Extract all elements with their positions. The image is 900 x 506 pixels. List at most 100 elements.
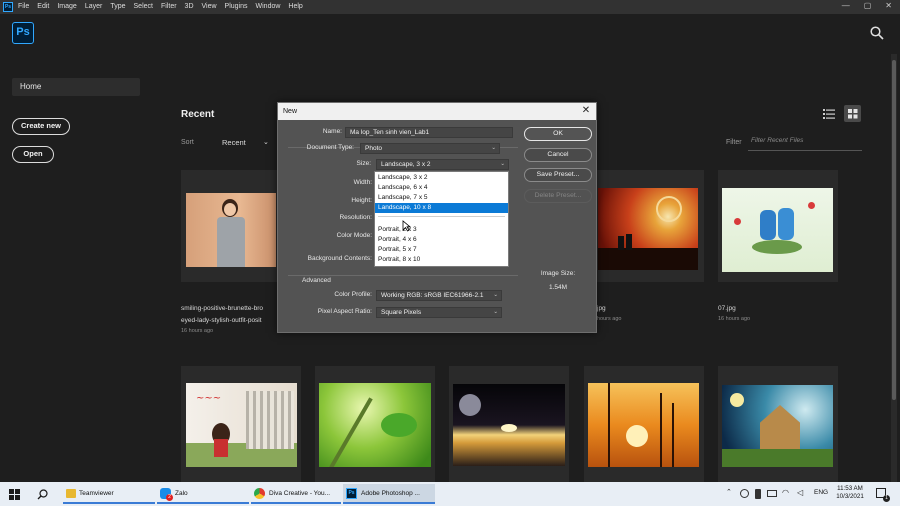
taskbar-label: Diva Creative - You... bbox=[269, 490, 331, 497]
search-icon[interactable] bbox=[37, 489, 48, 500]
size-option[interactable]: Portrait, 4 x 6 bbox=[375, 235, 508, 245]
notification-badge: 2 bbox=[166, 494, 173, 501]
file-thumbnail bbox=[453, 384, 565, 466]
pixel-aspect-label: Pixel Aspect Ratio: bbox=[317, 308, 372, 315]
language-indicator[interactable]: ENG bbox=[814, 489, 828, 496]
image-size-value: 1.54M bbox=[548, 284, 568, 291]
recent-file-card[interactable] bbox=[449, 366, 569, 482]
notification-count: 1 bbox=[883, 495, 890, 502]
size-label: Size: bbox=[356, 160, 371, 167]
chevron-down-icon[interactable]: ⌄ bbox=[263, 138, 269, 146]
sidebar-item-home[interactable]: Home bbox=[12, 78, 140, 96]
menu-window[interactable]: Window bbox=[256, 3, 281, 10]
advanced-toggle[interactable]: Advanced bbox=[302, 277, 331, 284]
tray-app-icon[interactable] bbox=[740, 489, 749, 498]
image-size-label: Image Size: bbox=[540, 270, 576, 277]
size-option[interactable]: Portrait, 8 x 10 bbox=[375, 255, 508, 265]
wifi-icon[interactable]: ◠ bbox=[782, 488, 789, 497]
list-view-icon[interactable] bbox=[821, 106, 837, 122]
sort-dropdown[interactable]: Recent bbox=[222, 138, 246, 147]
active-underline bbox=[63, 502, 155, 504]
menu-select[interactable]: Select bbox=[134, 3, 153, 10]
taskbar-item-zalo[interactable]: 2 Zalo bbox=[157, 484, 249, 504]
name-field[interactable]: Ma lop_Ten sinh vien_Lab1 bbox=[345, 127, 513, 138]
pixel-aspect-value: Square Pixels bbox=[381, 309, 422, 316]
menu-layer[interactable]: Layer bbox=[85, 3, 103, 10]
minimize-icon[interactable]: — bbox=[842, 1, 850, 10]
size-option[interactable]: Portrait, 5 x 7 bbox=[375, 245, 508, 255]
photoshop-small-icon: Ps bbox=[3, 2, 13, 12]
size-option[interactable]: Landscape, 3 x 2 bbox=[375, 173, 508, 183]
close-icon[interactable]: ✕ bbox=[580, 105, 592, 117]
close-window-icon[interactable]: ✕ bbox=[885, 1, 892, 10]
size-option-selected[interactable]: Landscape, 10 x 8 bbox=[375, 203, 508, 213]
menu-help[interactable]: Help bbox=[288, 3, 302, 10]
photoshop-icon: Ps bbox=[346, 488, 357, 499]
document-type-select[interactable]: Photo ⌄ bbox=[360, 143, 500, 154]
menu-bar: Ps File Edit Image Layer Type Select Fil… bbox=[0, 0, 900, 14]
recent-file-card[interactable] bbox=[718, 170, 838, 282]
usb-icon[interactable] bbox=[755, 489, 761, 499]
menu-image[interactable]: Image bbox=[57, 3, 76, 10]
search-icon[interactable] bbox=[870, 26, 884, 40]
save-preset-button[interactable]: Save Preset... bbox=[524, 168, 592, 182]
chevron-down-icon: ⌄ bbox=[491, 145, 496, 151]
photoshop-logo: Ps bbox=[12, 22, 34, 44]
maximize-icon[interactable]: ▢ bbox=[864, 1, 872, 10]
document-type-label: Document Type: bbox=[306, 144, 354, 151]
battery-icon[interactable] bbox=[767, 490, 777, 497]
create-new-button[interactable]: Create new bbox=[12, 118, 70, 135]
menu-plugins[interactable]: Plugins bbox=[225, 3, 248, 10]
active-underline bbox=[157, 502, 249, 504]
size-select[interactable]: Landscape, 3 x 2 ⌄ bbox=[376, 159, 509, 170]
clock-time: 11:53 AM bbox=[837, 485, 863, 492]
open-button[interactable]: Open bbox=[12, 146, 54, 163]
grid-view-icon[interactable] bbox=[844, 105, 861, 122]
menu-edit[interactable]: Edit bbox=[37, 3, 49, 10]
size-option[interactable]: Landscape, 7 x 5 bbox=[375, 193, 508, 203]
size-option[interactable]: Portrait, 2 x 3 bbox=[375, 225, 508, 235]
recent-file-card[interactable] bbox=[584, 170, 704, 282]
color-profile-value: Working RGB: sRGB IEC61966-2.1 bbox=[381, 292, 484, 299]
delete-preset-button: Delete Preset... bbox=[524, 189, 592, 203]
recent-file-card[interactable]: ~~~ bbox=[181, 366, 301, 482]
taskbar-item-teamviewer[interactable]: Teamviewer bbox=[63, 484, 155, 504]
tray-overflow-icon[interactable]: ⌃ bbox=[726, 488, 732, 496]
taskbar-item-photoshop[interactable]: Ps Adobe Photoshop ... bbox=[343, 484, 435, 504]
size-dropdown-list: Landscape, 3 x 2 Landscape, 6 x 4 Landsc… bbox=[374, 171, 509, 267]
clock[interactable]: 11:53 AM 10/3/2021 bbox=[832, 485, 868, 501]
menu-type[interactable]: Type bbox=[110, 3, 125, 10]
chevron-down-icon: ⌄ bbox=[500, 161, 505, 167]
menu-file[interactable]: File bbox=[18, 3, 29, 10]
name-label: Name: bbox=[322, 128, 342, 135]
resolution-label: Resolution: bbox=[339, 214, 372, 221]
recent-file-card[interactable] bbox=[718, 366, 838, 482]
file-thumbnail bbox=[598, 188, 698, 270]
cancel-button[interactable]: Cancel bbox=[524, 148, 592, 162]
pixel-aspect-select[interactable]: Square Pixels ⌄ bbox=[376, 307, 502, 318]
color-mode-label: Color Mode: bbox=[336, 232, 372, 239]
taskbar-item-chrome[interactable]: Diva Creative - You... bbox=[251, 484, 341, 504]
taskbar-label: Teamviewer bbox=[79, 490, 114, 497]
file-thumbnail: ~~~ bbox=[186, 383, 297, 467]
chevron-down-icon: ⌄ bbox=[493, 292, 498, 298]
size-option[interactable]: Landscape, 6 x 4 bbox=[375, 183, 508, 193]
scrollbar[interactable] bbox=[891, 54, 897, 482]
recent-file-card[interactable] bbox=[315, 366, 435, 482]
width-label: Width: bbox=[353, 179, 372, 186]
clock-date: 10/3/2021 bbox=[836, 493, 864, 500]
advanced-divider bbox=[288, 275, 518, 276]
menu-3d[interactable]: 3D bbox=[185, 3, 194, 10]
windows-taskbar: Teamviewer 2 Zalo Diva Creative - You...… bbox=[0, 482, 900, 506]
file-time: 16 hours ago bbox=[181, 328, 214, 334]
windows-start-icon[interactable] bbox=[9, 489, 20, 500]
size-value: Landscape, 3 x 2 bbox=[381, 161, 431, 168]
menu-filter[interactable]: Filter bbox=[161, 3, 177, 10]
volume-icon[interactable]: ◁ bbox=[797, 488, 803, 497]
color-profile-select[interactable]: Working RGB: sRGB IEC61966-2.1 ⌄ bbox=[376, 290, 502, 301]
menu-view[interactable]: View bbox=[202, 3, 217, 10]
chevron-down-icon: ⌄ bbox=[493, 309, 498, 315]
filter-input[interactable]: Filter Recent Files bbox=[748, 133, 862, 151]
recent-file-card[interactable] bbox=[584, 366, 704, 482]
ok-button[interactable]: OK bbox=[524, 127, 592, 141]
